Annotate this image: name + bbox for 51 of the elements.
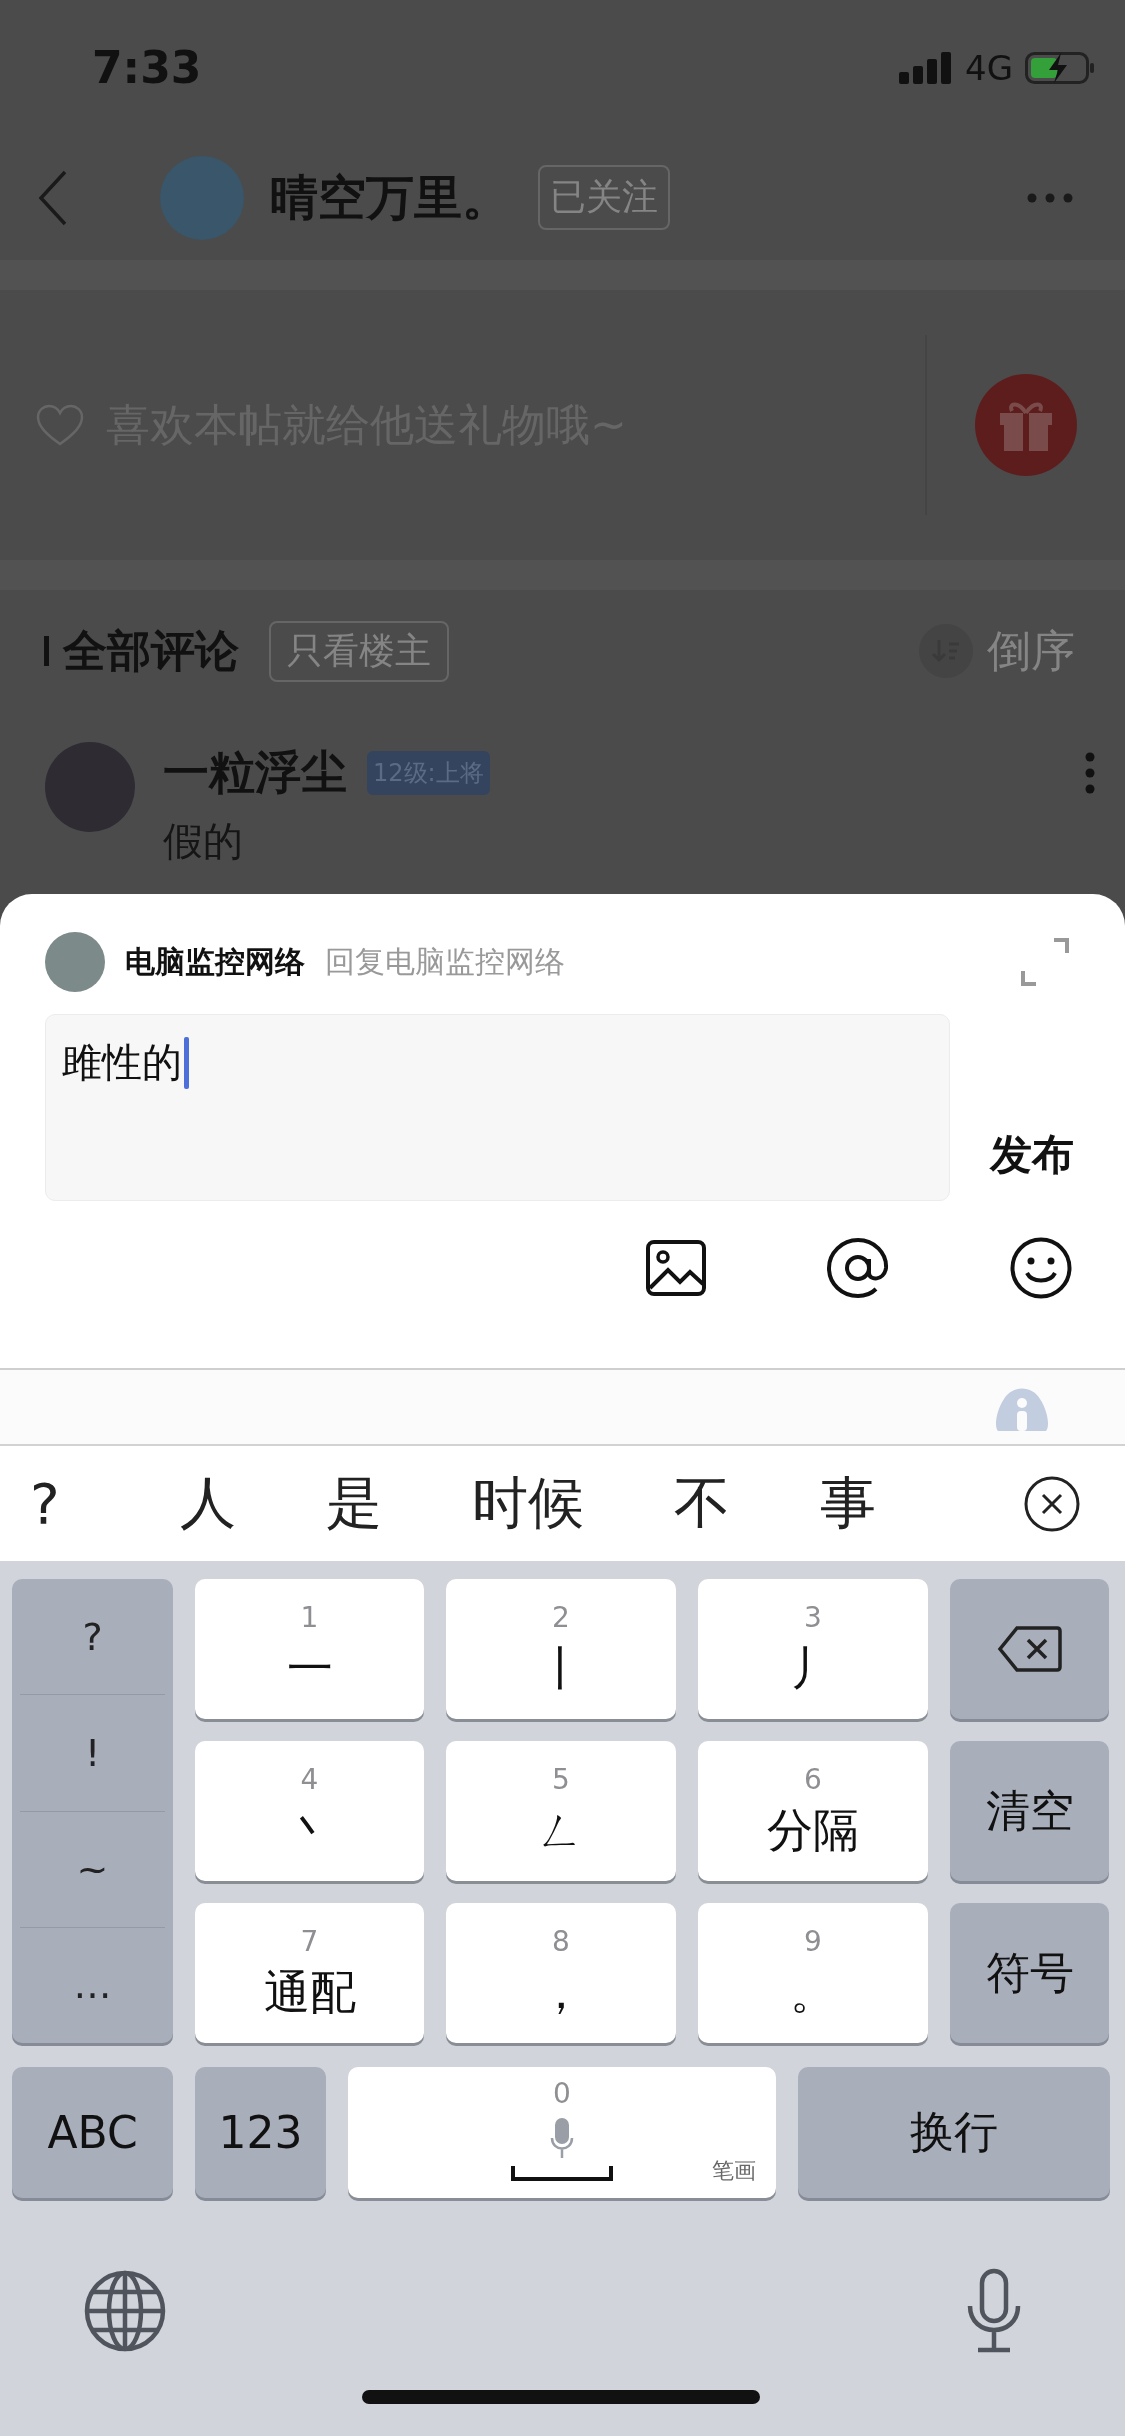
stroke-key[interactable]: 3 丿	[698, 1579, 928, 1719]
stroke-key[interactable]: 8 ，	[446, 1903, 676, 2043]
reply-to-label: 回复电脑监控网络	[325, 942, 565, 981]
user-name: 电脑监控网络	[125, 942, 305, 981]
space-key[interactable]: 0 笔画	[348, 2067, 776, 2198]
function-key[interactable]: 符号	[950, 1903, 1109, 2043]
signal-icon	[899, 51, 953, 84]
mention-icon[interactable]	[826, 1237, 890, 1299]
symbol-key[interactable]: ?	[20, 1579, 165, 1696]
more-icon[interactable]	[1085, 752, 1095, 794]
function-key[interactable]: 清空	[950, 1741, 1109, 1881]
reply-input[interactable]: 雎性的	[45, 1014, 950, 1201]
publish-button[interactable]: 发布	[990, 1127, 1074, 1201]
number-key[interactable]: 123	[195, 2067, 326, 2198]
backspace-icon	[996, 1625, 1063, 1673]
gift-button[interactable]	[974, 373, 1078, 477]
back-icon[interactable]	[38, 169, 68, 226]
candidate-word[interactable]: 是	[325, 1465, 382, 1542]
network-label: 4G	[965, 47, 1013, 88]
symbol-key[interactable]: …	[20, 1927, 165, 2043]
microphone-icon	[550, 2118, 574, 2158]
stroke-key[interactable]: 1 一	[195, 1579, 424, 1719]
more-icon[interactable]	[1027, 192, 1073, 203]
stroke-key[interactable]: 5 ㄥ	[446, 1741, 676, 1881]
stroke-key[interactable]: 2 丨	[446, 1579, 676, 1719]
space-bar-icon	[511, 2166, 613, 2182]
expand-icon[interactable]	[1020, 938, 1070, 986]
image-icon[interactable]	[646, 1240, 706, 1296]
candidate-word[interactable]: ?	[30, 1471, 60, 1536]
candidate-word[interactable]: 不	[673, 1465, 730, 1542]
user-avatar	[45, 932, 105, 992]
status-time: 7:33	[92, 42, 202, 93]
stroke-key[interactable]: 6 分隔	[698, 1741, 928, 1881]
symbol-key[interactable]: !	[20, 1695, 165, 1812]
return-key[interactable]: 换行	[798, 2067, 1110, 2198]
delete-key[interactable]	[950, 1579, 1109, 1719]
comments-title: 全部评论	[63, 623, 239, 678]
heart-icon[interactable]	[36, 404, 84, 446]
section-marker	[44, 636, 49, 666]
stroke-key[interactable]: 7 通配	[195, 1903, 424, 2043]
symbol-key[interactable]: ~	[20, 1811, 165, 1928]
candidate-word[interactable]: 人	[179, 1465, 236, 1542]
abc-key[interactable]: ABC	[12, 2067, 173, 2198]
candidate-word[interactable]: 事	[819, 1465, 876, 1542]
close-icon[interactable]	[1024, 1475, 1080, 1532]
candidate-word[interactable]: 时候	[471, 1465, 584, 1542]
stroke-key[interactable]: 9 。	[698, 1903, 928, 2043]
stroke-key[interactable]: 4 丶	[195, 1741, 424, 1881]
emoji-icon[interactable]	[1010, 1237, 1072, 1299]
dictation-icon[interactable]	[966, 2268, 1022, 2354]
globe-icon[interactable]	[84, 2270, 166, 2352]
